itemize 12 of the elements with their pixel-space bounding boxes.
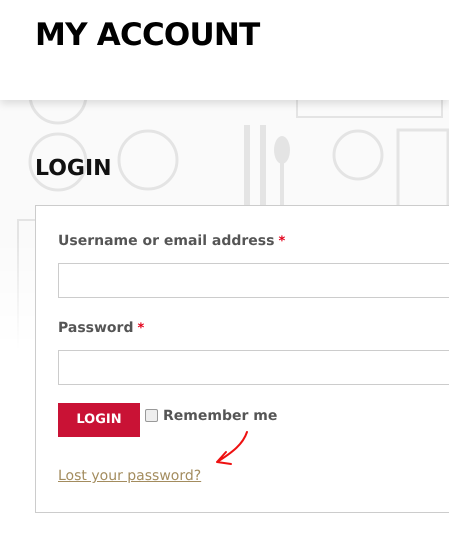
section-title: LOGIN: [35, 155, 112, 183]
input-field[interactable]: [58, 263, 449, 298]
field-label: Password: [58, 319, 134, 338]
login-button[interactable]: LOGIN: [58, 403, 140, 437]
input-field[interactable]: [58, 350, 449, 385]
required-mark: *: [278, 233, 286, 251]
remember-label: Remember me: [163, 407, 278, 426]
page-title: MY ACCOUNT: [35, 16, 260, 54]
field-label: Username or email address: [58, 232, 274, 251]
remember-checkbox[interactable]: [145, 409, 158, 422]
required-mark: *: [137, 320, 144, 338]
lost-password-link[interactable]: Lost your password?: [58, 468, 202, 484]
